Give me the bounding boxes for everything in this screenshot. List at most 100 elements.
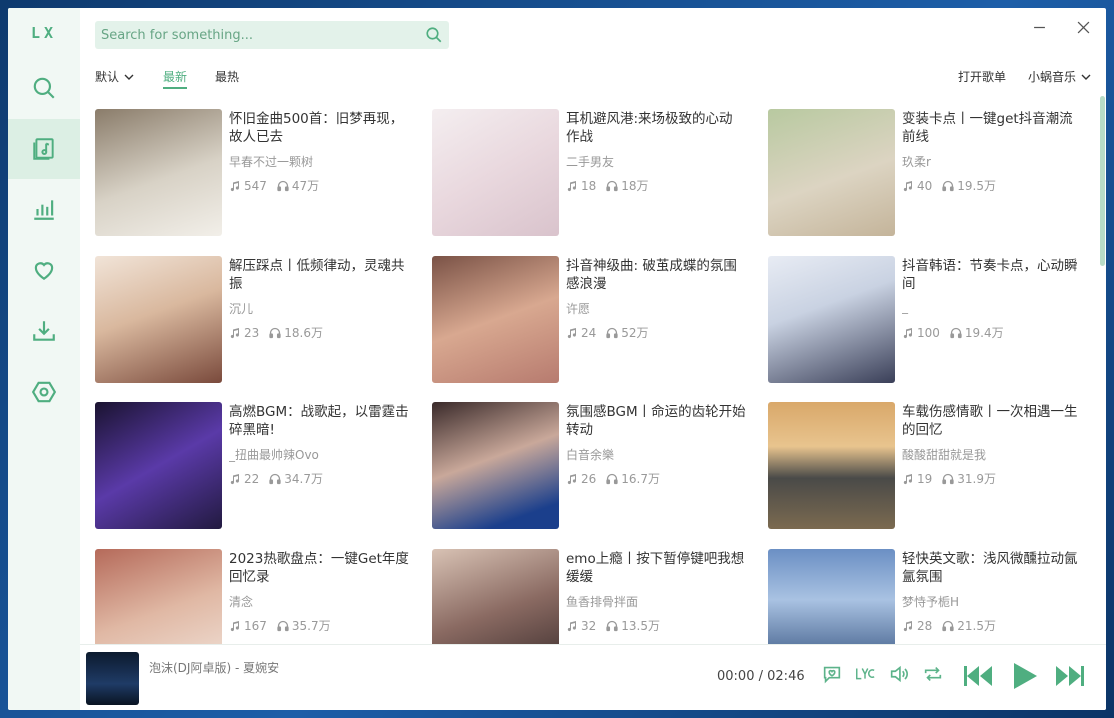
loop-button[interactable] — [922, 663, 944, 685]
previous-button[interactable] — [962, 661, 994, 691]
close-button[interactable] — [1072, 16, 1094, 38]
song-count: 23 — [244, 325, 260, 340]
playlist-stats: 23 18.6万 — [229, 324, 333, 341]
song-count: 32 — [581, 618, 597, 633]
nav-leaderboard[interactable] — [8, 179, 80, 239]
play-count: 18.6万 — [284, 326, 324, 340]
scrollbar-thumb[interactable] — [1100, 96, 1105, 266]
playlist-card[interactable]: 抖音神级曲: 破茧成蝶的氛围感浪漫 许愿 24 52万 — [432, 256, 752, 384]
playlist-card[interactable]: 怀旧金曲500首：旧梦再现，故人已去 早春不过一颗树 547 47万 — [95, 109, 415, 237]
play-count: 19.5万 — [957, 179, 997, 193]
play-count: 21.5万 — [957, 619, 997, 633]
playlist-cover — [768, 402, 895, 529]
playlist-card[interactable]: 氛围感BGM丨命运的齿轮开始转动 白音余樂 26 16.7万 — [432, 402, 752, 530]
now-playing-cover[interactable] — [86, 652, 139, 705]
music-note-icon — [903, 327, 912, 338]
playlist-cover — [95, 549, 222, 644]
download-icon — [33, 321, 55, 341]
music-note-icon — [230, 473, 239, 484]
playlist-stats: 26 16.7万 — [566, 470, 670, 487]
search-input[interactable]: Search for something... — [101, 28, 425, 43]
playlist-card[interactable]: emo上瘾丨按下暂停键吧我想缓缓 鱼香排骨拌面 32 13.5万 — [432, 549, 752, 644]
nav-search[interactable] — [8, 58, 80, 118]
playlist-card[interactable]: 解压踩点丨低频律动，灵魂共振 沉儿 23 18.6万 — [95, 256, 415, 384]
headphones-icon — [942, 620, 954, 631]
headphones-icon — [269, 327, 281, 338]
volume-icon — [890, 665, 908, 683]
playlist-cover — [432, 256, 559, 383]
play-count: 19.4万 — [964, 326, 1004, 340]
music-note-icon — [903, 620, 912, 631]
playlist-stats: 167 35.7万 — [229, 617, 341, 634]
play-icon — [1014, 663, 1037, 689]
song-count: 18 — [581, 178, 597, 193]
play-count: 31.9万 — [957, 472, 997, 486]
current-time: 00:00 — [717, 669, 755, 684]
tab-newest[interactable]: 最新 — [163, 68, 188, 89]
comment-button[interactable] — [821, 663, 843, 685]
playlist-card[interactable]: 高燃BGM：战歌起，以雷霆击碎黑暗! _扭曲最帅辣Ovo 22 34.7万 — [95, 402, 415, 530]
playlist-card[interactable]: 耳机避风港:来场极致的心动作战 二手男友 18 18万 — [432, 109, 752, 237]
playlist-title: 抖音神级曲: 破茧成蝶的氛围感浪漫 — [566, 258, 737, 292]
playlist-author: 清念 — [229, 595, 254, 609]
playlist-cover — [432, 402, 559, 529]
playlist-title: 耳机避风港:来场极致的心动作战 — [566, 111, 733, 145]
search-icon[interactable] — [425, 26, 443, 44]
play-button[interactable] — [1008, 660, 1040, 692]
play-count: 18万 — [621, 179, 649, 193]
nav-download[interactable] — [8, 301, 80, 361]
song-count: 40 — [917, 178, 933, 193]
comment-heart-icon — [823, 666, 841, 684]
app-window: LX Search for something... 默认 最新 最热 打开歌单… — [8, 8, 1106, 710]
music-note-icon — [567, 180, 576, 191]
nav-favorites[interactable] — [8, 240, 80, 300]
playlist-author: 鱼香排骨拌面 — [566, 595, 639, 609]
app-logo: LX — [30, 24, 58, 42]
tab-hottest[interactable]: 最热 — [215, 68, 239, 85]
skip-back-icon — [964, 666, 992, 686]
lyrics-button[interactable] — [854, 663, 876, 685]
playlist-card[interactable]: 变装卡点丨一键get抖音潮流前线 玖柔r 40 19.5万 — [768, 109, 1088, 237]
playlist-cover — [768, 256, 895, 383]
playlist-author: 玖柔r — [902, 155, 931, 169]
play-count: 47万 — [291, 179, 320, 193]
playlist-title: 氛围感BGM丨命运的齿轮开始转动 — [566, 404, 746, 438]
playlist-card[interactable]: 轻快英文歌：浅风微醺拉动氤氲氛围 梦恃予栀H 28 21.5万 — [768, 549, 1088, 644]
playlist-cover — [95, 256, 222, 383]
repeat-icon — [924, 666, 942, 682]
playlist-author: 酸酸甜甜就是我 — [902, 448, 987, 462]
nav-songlist[interactable] — [8, 119, 80, 179]
playlist-card[interactable]: 车载伤感情歌丨一次相遇一生的回忆 酸酸甜甜就是我 19 31.9万 — [768, 402, 1088, 530]
playlist-stats: 100 19.4万 — [902, 324, 1014, 341]
headphones-icon — [269, 473, 281, 484]
skip-forward-icon — [1056, 666, 1084, 686]
close-icon — [1077, 21, 1089, 33]
song-count: 28 — [917, 618, 933, 633]
song-count: 24 — [581, 325, 597, 340]
music-note-icon — [903, 180, 912, 191]
playlist-title: 变装卡点丨一键get抖音潮流前线 — [902, 111, 1073, 145]
headphones-icon — [606, 620, 618, 631]
open-playlist-button[interactable]: 打开歌单 — [958, 68, 1006, 85]
song-count: 167 — [244, 618, 267, 633]
search-box[interactable]: Search for something... — [95, 21, 449, 49]
playlist-cover — [768, 109, 895, 236]
next-button[interactable] — [1054, 661, 1086, 691]
playlist-card[interactable]: 抖音韩语：节奏卡点，心动瞬间 _ 100 19.4万 — [768, 256, 1088, 384]
chevron-down-icon — [124, 74, 134, 80]
playlist-title: 2023热歌盘点：一键Get年度回忆录 — [229, 551, 409, 585]
playlist-title: 车载伤感情歌丨一次相遇一生的回忆 — [902, 404, 1078, 438]
volume-button[interactable] — [888, 663, 910, 685]
headphones-icon — [942, 473, 954, 484]
now-playing-title[interactable]: 泡沫(DJ阿卓版) - 夏婉安 — [149, 659, 279, 676]
sort-dropdown[interactable]: 默认 — [95, 68, 135, 85]
lyrics-icon — [856, 668, 875, 680]
music-note-icon — [230, 327, 239, 338]
playlist-cover — [432, 109, 559, 236]
chart-bars-icon — [34, 200, 54, 220]
minimize-button[interactable] — [1028, 16, 1050, 38]
playlist-card[interactable]: 2023热歌盘点：一键Get年度回忆录 清念 167 35.7万 — [95, 549, 415, 644]
player-bar: 泡沫(DJ阿卓版) - 夏婉安 00:00 / 02:46 — [80, 644, 1106, 710]
source-dropdown[interactable]: 小蜗音乐 — [1028, 68, 1092, 85]
nav-settings[interactable] — [8, 362, 80, 422]
